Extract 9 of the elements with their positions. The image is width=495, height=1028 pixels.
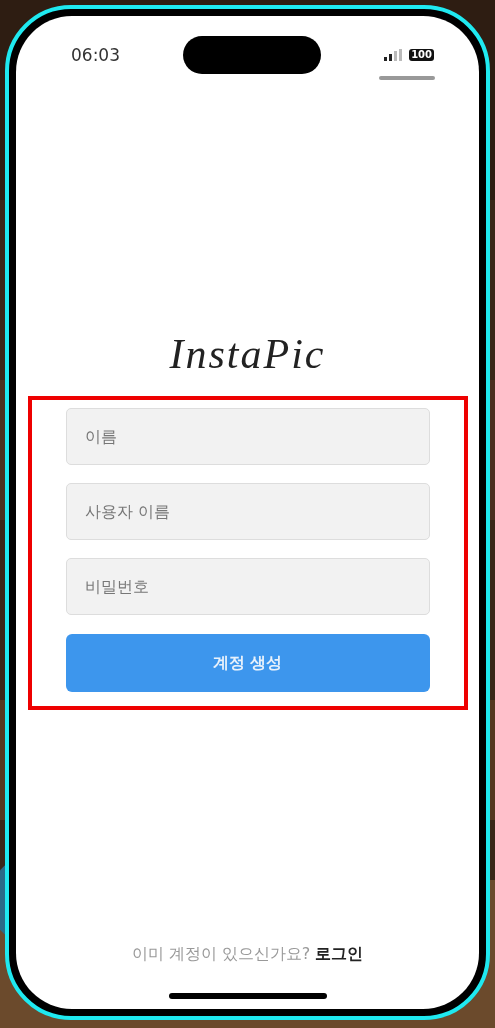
input-field[interactable]: 사용자 이름 xyxy=(65,483,430,540)
login-prompt: 이미 계정이 있으신가요? xyxy=(131,944,311,965)
app-logo: InstaPic xyxy=(169,330,326,378)
input-field[interactable]: 이름 xyxy=(65,408,430,465)
status-time: 06:03 xyxy=(71,45,120,65)
indicator-bar xyxy=(379,76,435,80)
login-link[interactable]: 로그인 xyxy=(315,944,364,965)
input-field[interactable]: 비밀번호 xyxy=(65,558,430,615)
battery-level: 100 xyxy=(409,49,434,61)
